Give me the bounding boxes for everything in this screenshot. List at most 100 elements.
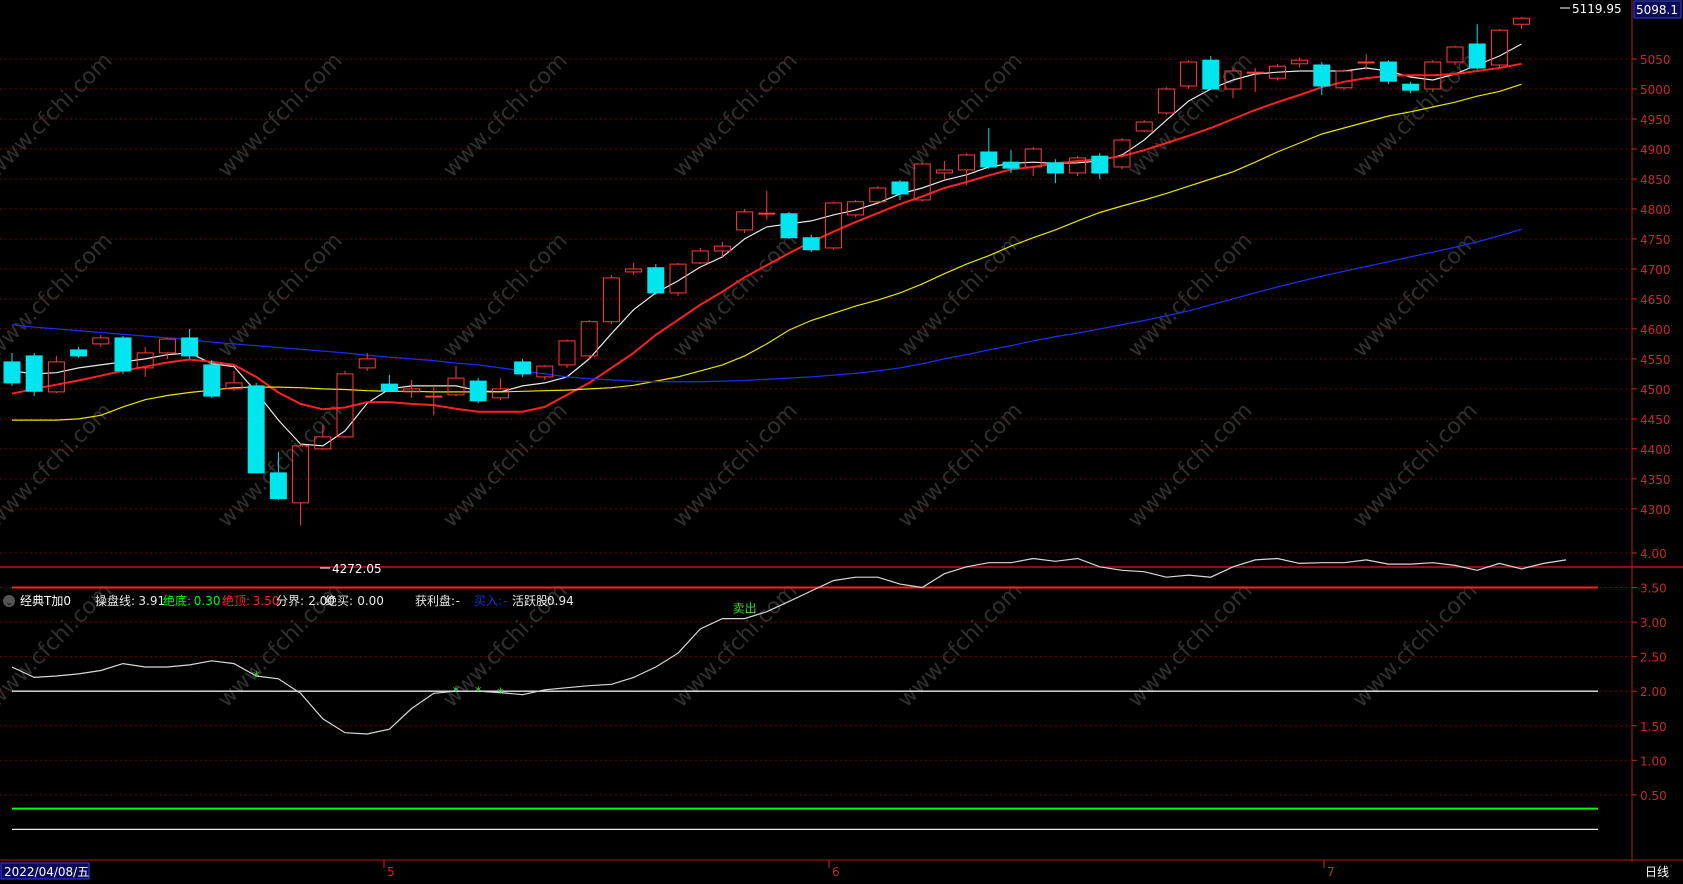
candle-body — [891, 181, 909, 195]
candle-body — [1490, 29, 1508, 66]
indicator-header-value: 0.30 — [194, 594, 221, 608]
month-ticks: 5 6 7 — [383, 860, 1335, 879]
candle[interactable] — [380, 375, 398, 392]
candle[interactable] — [1157, 87, 1175, 115]
candle-body — [1202, 59, 1220, 90]
candle-body — [647, 267, 665, 294]
indicator-tick-label: 2.50 — [1640, 651, 1667, 665]
indicator-name[interactable]: 经典T加0 — [20, 594, 71, 608]
candle[interactable] — [1379, 60, 1397, 85]
candle[interactable] — [1357, 54, 1375, 70]
candle[interactable] — [1468, 24, 1486, 70]
candle[interactable] — [736, 208, 754, 233]
candle[interactable] — [1513, 17, 1531, 30]
watermark-text: www.cfchi.com — [668, 48, 802, 182]
candle-body — [1246, 71, 1264, 74]
candle[interactable] — [758, 190, 776, 220]
candle[interactable] — [136, 346, 154, 377]
watermark-text: www.cfchi.com — [668, 228, 802, 362]
watermark-text: www.cfchi.com — [438, 228, 572, 362]
candle[interactable] — [336, 370, 354, 439]
candle[interactable] — [1091, 153, 1109, 179]
watermark-text: www.cfchi.com — [893, 228, 1027, 362]
price-tick-label: 4650 — [1640, 293, 1671, 307]
candle[interactable] — [1402, 81, 1420, 94]
candle[interactable] — [114, 336, 132, 374]
candle[interactable] — [514, 358, 532, 377]
candle-body — [1180, 61, 1198, 87]
indicator-header-label: 绝买: — [325, 593, 353, 608]
indicator-tick-label: 1.00 — [1640, 754, 1667, 768]
candle[interactable] — [403, 379, 421, 398]
price-tick-label: 4450 — [1640, 413, 1671, 427]
low-annotation: 4272.05 — [320, 562, 382, 576]
candle[interactable] — [780, 211, 798, 239]
candle[interactable] — [491, 378, 509, 401]
candle[interactable] — [92, 334, 110, 347]
stock-chart[interactable]: www.cfchi.com www.cfchi.com www.cfchi.com w… — [0, 0, 1683, 880]
ma-line-ma10 — [11, 62, 1522, 413]
candle[interactable] — [980, 127, 998, 169]
candle[interactable] — [625, 262, 643, 275]
candle-body — [580, 321, 598, 357]
candle[interactable] — [247, 382, 265, 474]
candle[interactable] — [1046, 159, 1064, 184]
candle[interactable] — [1202, 56, 1220, 91]
candle[interactable] — [1024, 147, 1042, 176]
indicator-header-value: 3.91 — [138, 594, 165, 608]
candle[interactable] — [203, 360, 221, 398]
candle[interactable] — [1490, 29, 1508, 68]
candle-body — [469, 380, 487, 402]
candle[interactable] — [1069, 156, 1087, 176]
candle[interactable] — [935, 160, 953, 179]
candle-body — [691, 250, 709, 264]
candle[interactable] — [469, 378, 487, 404]
watermark-text: www.cfchi.com — [0, 48, 118, 182]
candle-body — [425, 395, 443, 398]
candle-body — [1357, 61, 1375, 64]
candle-body — [403, 388, 421, 393]
candle[interactable] — [536, 364, 554, 380]
candle[interactable] — [802, 234, 820, 253]
watermark-text: www.cfchi.com — [668, 578, 802, 712]
indicator-tick-label: 2.00 — [1640, 685, 1667, 699]
candle[interactable] — [3, 352, 21, 386]
candle[interactable] — [1335, 69, 1353, 91]
candle-body — [780, 213, 798, 239]
candle-body — [247, 385, 265, 474]
candle[interactable] — [47, 355, 65, 394]
candle-body — [1313, 64, 1331, 87]
candle[interactable] — [558, 339, 576, 368]
indicator-header-label: 获利盘: — [415, 593, 455, 608]
buy-marker-icon: * — [453, 685, 460, 700]
candle[interactable] — [713, 241, 731, 257]
price-tick-label: 4750 — [1640, 233, 1671, 247]
candle[interactable] — [824, 201, 842, 250]
candle[interactable] — [691, 247, 709, 265]
current-price-tag: 5098.1 — [1633, 0, 1682, 19]
candle-body — [980, 151, 998, 168]
candle[interactable] — [602, 274, 620, 325]
candle[interactable] — [1135, 120, 1153, 133]
candle[interactable] — [1180, 60, 1198, 89]
candle[interactable] — [669, 262, 687, 296]
price-tick-label: 4300 — [1640, 503, 1671, 517]
candle-body — [602, 277, 620, 323]
watermark-text: www.cfchi.com — [0, 228, 118, 362]
high-label: 5119.95 — [1572, 2, 1622, 16]
period-label[interactable]: 日线 — [1645, 865, 1669, 879]
candle[interactable] — [25, 352, 43, 397]
candle-body — [1157, 88, 1175, 114]
candle[interactable] — [181, 328, 199, 359]
candle-body — [713, 245, 731, 252]
candle-body — [1379, 61, 1397, 82]
candle[interactable] — [647, 264, 665, 295]
candle[interactable] — [891, 180, 909, 200]
candle[interactable] — [70, 346, 88, 358]
candle-body — [380, 383, 398, 392]
candle-body — [181, 337, 199, 357]
candle-body — [935, 169, 953, 174]
price-tick-label: 4500 — [1640, 383, 1671, 397]
indicator-header-label: 绝顶: — [222, 593, 250, 608]
candle-body — [514, 361, 532, 375]
